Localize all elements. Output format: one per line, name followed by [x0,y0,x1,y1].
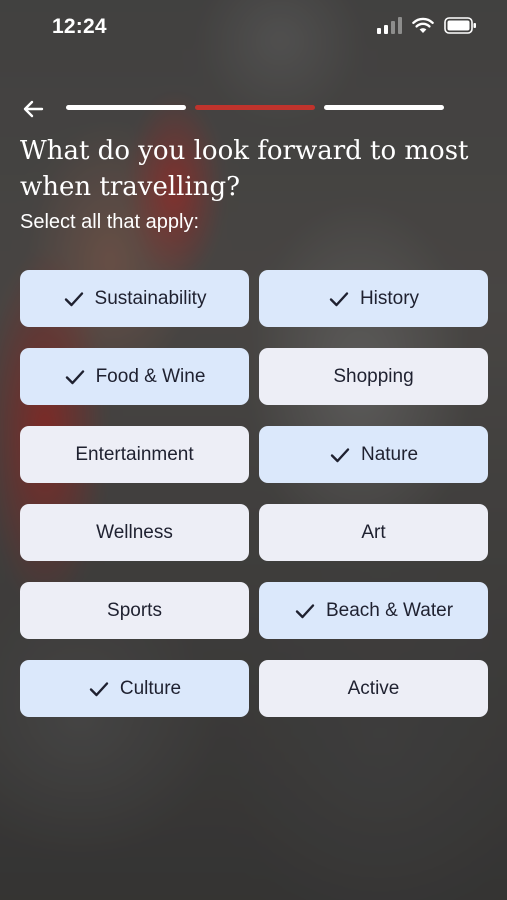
checkmark-icon [65,369,84,384]
option-label: Culture [119,677,182,699]
option-sustainability[interactable]: Sustainability [20,270,249,327]
progress-step-3 [324,105,444,110]
option-wellness[interactable]: Wellness [20,504,249,561]
option-label: Sustainability [94,287,207,309]
option-label: Shopping [333,365,414,387]
option-art[interactable]: Art [259,504,488,561]
option-label: History [359,287,420,309]
checkmark-icon [330,447,350,462]
option-culture[interactable]: Culture [20,660,249,717]
option-label: Art [361,521,386,543]
checkmark-icon [64,291,83,306]
progress-indicator [66,105,444,110]
battery-icon [444,17,476,34]
option-food-wine[interactable]: Food & Wine [20,348,249,405]
screen: 12:24 What do you look forward to most w… [0,0,507,900]
option-nature[interactable]: Nature [259,426,488,483]
option-label: Nature [360,443,419,465]
status-icons [377,17,477,34]
back-button[interactable] [18,96,48,122]
option-history[interactable]: History [259,270,488,327]
question-title: What do you look forward to most when tr… [20,136,469,202]
progress-step-2-active [195,105,315,110]
option-label: Entertainment [75,443,194,465]
option-entertainment[interactable]: Entertainment [20,426,249,483]
option-label: Sports [107,599,162,621]
status-bar: 12:24 [0,0,507,54]
wifi-icon [412,17,434,33]
option-active[interactable]: Active [259,660,488,717]
options-grid: Sustainability History Food & Wine Shopping… [20,270,488,717]
option-shopping[interactable]: Shopping [259,348,488,405]
option-label: Beach & Water [325,599,454,621]
option-label: Food & Wine [95,365,206,387]
checkmark-icon [89,681,109,696]
status-time: 12:24 [52,15,107,38]
option-sports[interactable]: Sports [20,582,249,639]
option-label: Active [347,677,400,699]
checkmark-icon [329,291,349,306]
checkmark-icon [295,603,315,618]
arrow-left-icon [23,100,44,118]
option-label: Wellness [96,521,173,543]
cellular-signal-icon [377,17,402,34]
question-subtitle: Select all that apply: [20,211,199,233]
option-beach-water[interactable]: Beach & Water [259,582,488,639]
progress-step-1 [66,105,186,110]
